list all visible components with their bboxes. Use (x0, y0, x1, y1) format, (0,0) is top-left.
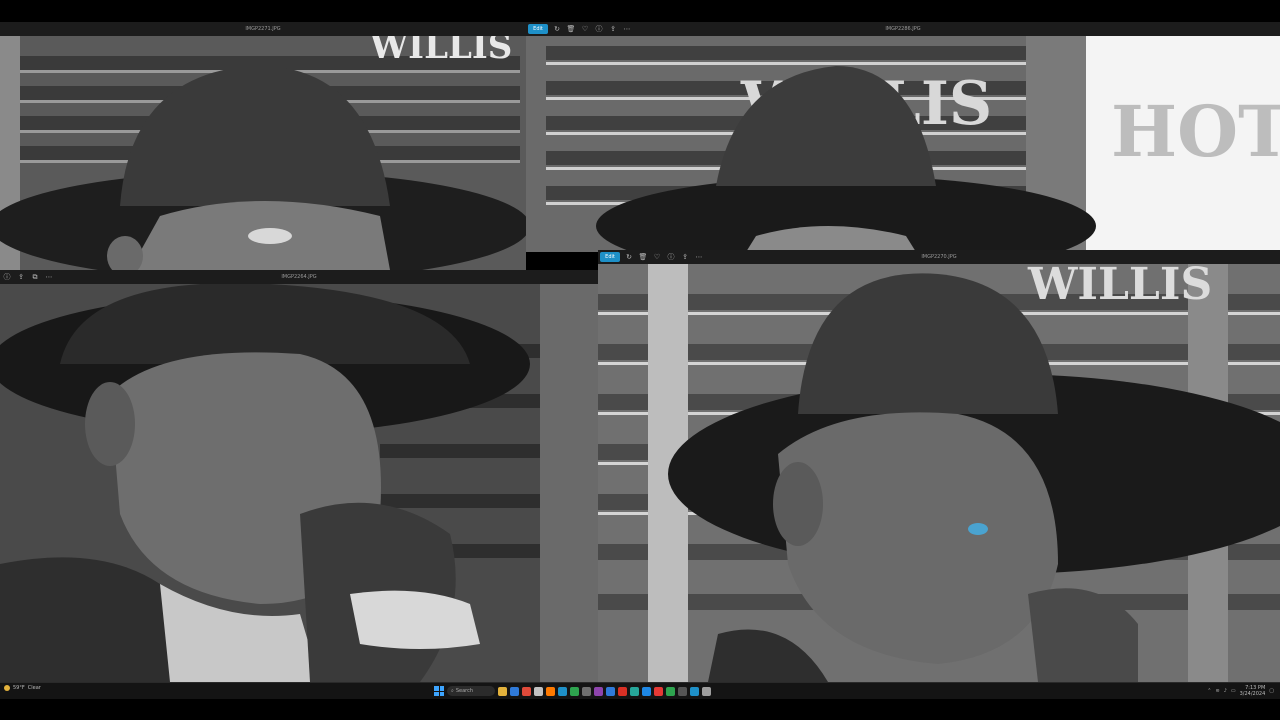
search-icon: ⌕ (451, 688, 454, 694)
battery-icon[interactable]: ▭ (1231, 688, 1236, 694)
statue-photo: WILLIS HOT (526, 36, 1280, 252)
taskbar-app-icon[interactable] (618, 686, 627, 696)
statue-photo: WILLIS (0, 36, 526, 270)
taskbar-search[interactable]: ⌕ Search (447, 686, 495, 696)
taskbar-center: ⌕ Search (434, 686, 711, 696)
top-letterbox (0, 0, 1280, 22)
window-titlebar[interactable]: IMGP2271.JPG (0, 22, 526, 36)
taskbar-app-icon[interactable] (690, 686, 699, 696)
taskbar-app-icon[interactable] (654, 686, 663, 696)
taskbar-app-icon[interactable] (666, 686, 675, 696)
taskbar-app-icon[interactable] (570, 686, 579, 696)
taskbar-app-icon[interactable] (510, 686, 519, 696)
taskbar-app-icon[interactable] (630, 686, 639, 696)
weather-icon (4, 685, 10, 691)
weather-desc: Clear (27, 685, 41, 691)
taskbar: 59°F Clear ⌕ Search ⌃ ≋ ♪ ▭ 7:13 PM 3/24… (0, 682, 1280, 699)
pinned-apps (498, 686, 711, 696)
taskbar-app-icon[interactable] (546, 686, 555, 696)
window-title: IMGP2264.JPG (281, 274, 317, 280)
taskbar-app-icon[interactable] (534, 686, 543, 696)
window-title: IMGP2270.JPG (921, 254, 957, 260)
taskbar-app-icon[interactable] (594, 686, 603, 696)
statue-photo (0, 284, 598, 682)
search-placeholder: Search (455, 688, 473, 694)
clock-date: 3/24/2024 (1239, 691, 1266, 697)
taskbar-app-icon[interactable] (606, 686, 615, 696)
taskbar-app-icon[interactable] (642, 686, 651, 696)
photo-window-2[interactable]: Edit ↻ 🗑 ♡ ⓘ ⇪ ⋯ IMGP2286.JPG WILLIS HOT (526, 22, 1280, 252)
notification-icon[interactable]: ▢ (1269, 688, 1274, 694)
taskbar-app-icon[interactable] (558, 686, 567, 696)
taskbar-app-icon[interactable] (522, 686, 531, 696)
taskbar-app-icon[interactable] (582, 686, 591, 696)
volume-icon[interactable]: ♪ (1224, 688, 1227, 694)
chevron-up-icon[interactable]: ⌃ (1207, 688, 1211, 694)
statue-photo: WILLIS (598, 264, 1280, 682)
photo-window-1[interactable]: IMGP2271.JPG WILLIS (0, 22, 526, 270)
photo-window-4[interactable]: Edit ↻ 🗑 ♡ ⓘ ⇪ ⋯ IMGP2270.JPG WILLIS (598, 250, 1280, 682)
window-title: IMGP2271.JPG (245, 26, 281, 32)
sign-text-hotel: HOT (1111, 90, 1280, 173)
photo-window-3[interactable]: ⓘ ⇪ ⧉ ⋯ IMGP2264.JPG (0, 270, 598, 682)
weather-temp: 59°F (13, 685, 25, 691)
start-icon[interactable] (434, 686, 444, 696)
wifi-icon[interactable]: ≋ (1215, 688, 1219, 694)
sign-text: WILLIS (369, 36, 512, 67)
taskbar-app-icon[interactable] (678, 686, 687, 696)
window-titlebar[interactable]: Edit ↻ 🗑 ♡ ⓘ ⇪ ⋯ IMGP2270.JPG (598, 250, 1280, 264)
sign-text: WILLIS (1027, 264, 1212, 310)
window-titlebar[interactable]: Edit ↻ 🗑 ♡ ⓘ ⇪ ⋯ IMGP2286.JPG (526, 22, 1280, 36)
window-title: IMGP2286.JPG (885, 26, 921, 32)
bottom-letterbox (0, 699, 1280, 720)
taskbar-app-icon[interactable] (702, 686, 711, 696)
clock[interactable]: 7:13 PM 3/24/2024 (1240, 685, 1266, 697)
window-titlebar[interactable]: ⓘ ⇪ ⧉ ⋯ IMGP2264.JPG (0, 270, 598, 284)
taskbar-app-icon[interactable] (498, 686, 507, 696)
weather-widget[interactable]: 59°F Clear (4, 685, 41, 691)
system-tray: ⌃ ≋ ♪ ▭ 7:13 PM 3/24/2024 ▢ (1207, 685, 1274, 697)
